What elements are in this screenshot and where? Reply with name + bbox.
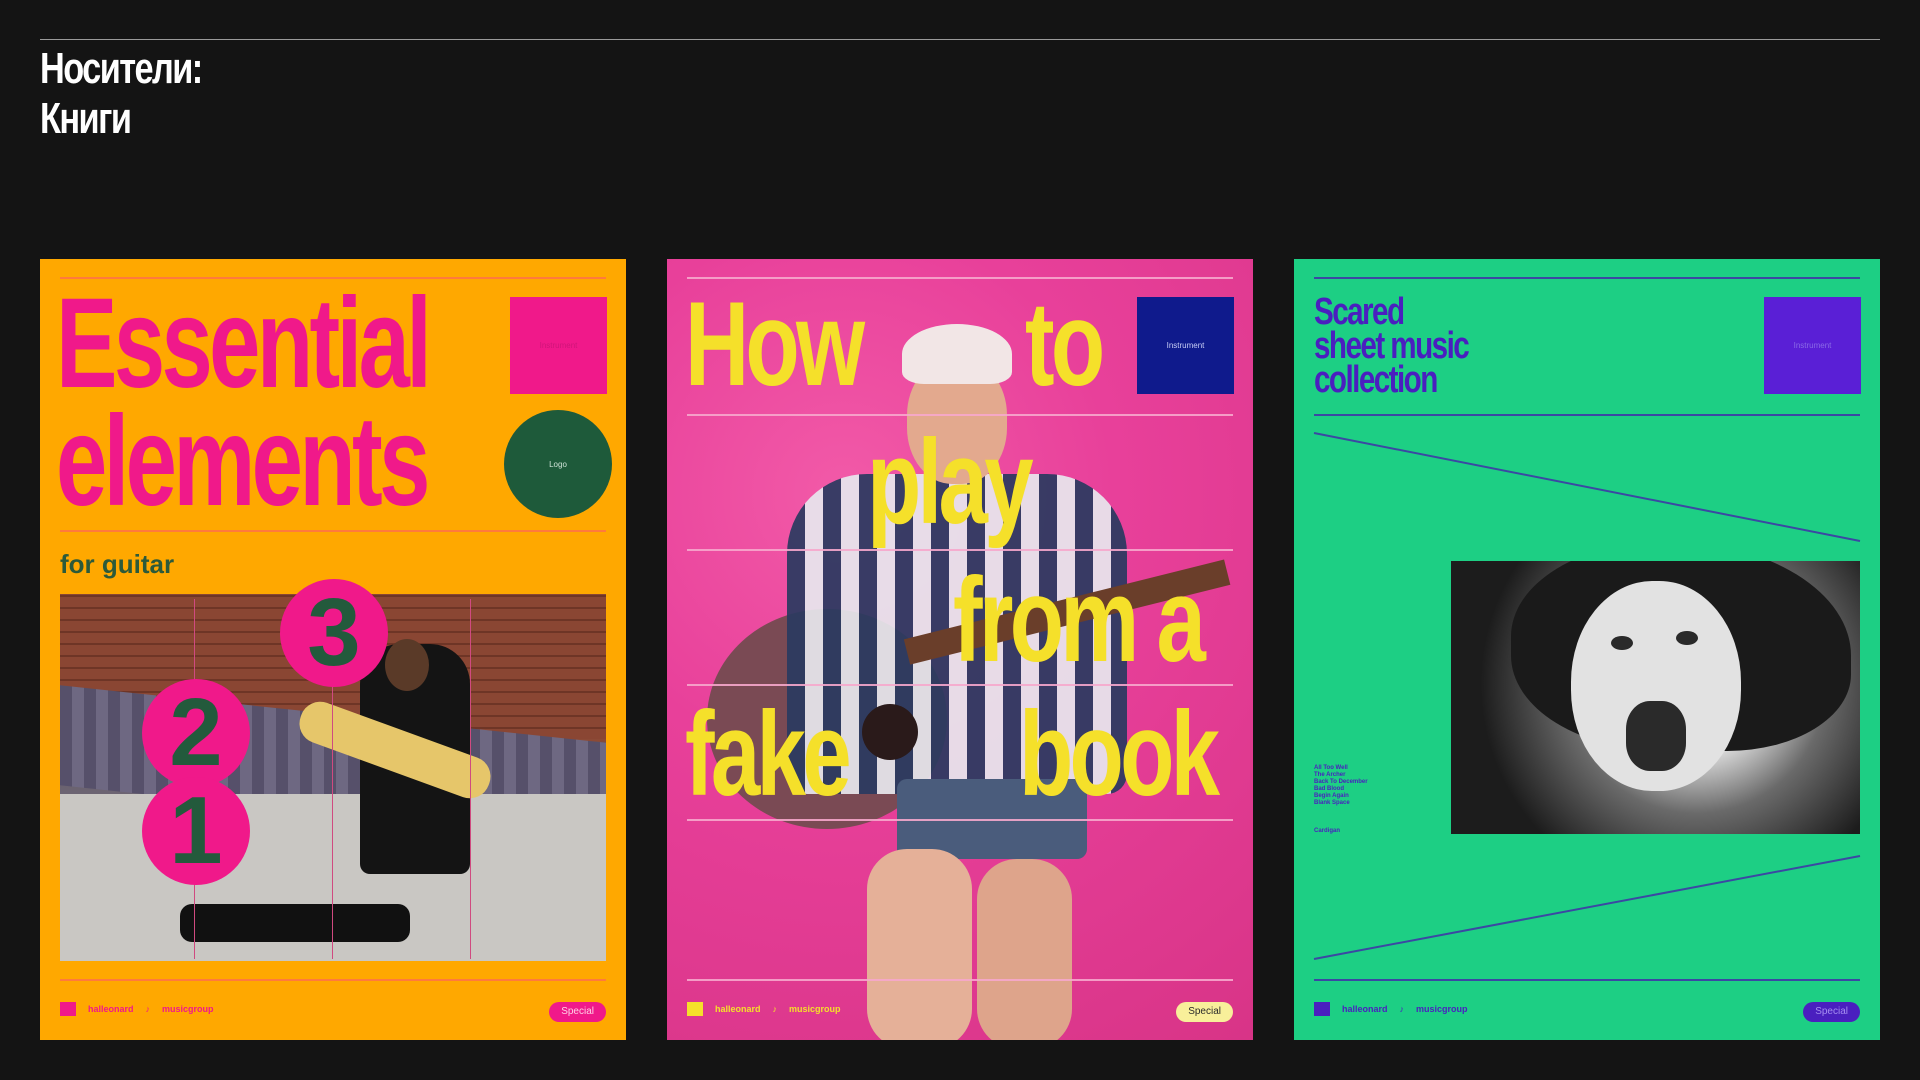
guitar-soundhole	[862, 704, 918, 760]
halleonard-icon	[687, 1002, 703, 1016]
cover-title: Essential elements	[56, 272, 432, 533]
instrument-square: Instrument	[1137, 297, 1234, 394]
person-leg	[867, 849, 972, 1040]
instrument-label: Instrument	[1166, 341, 1205, 350]
page-title-line2: Книги	[40, 94, 132, 143]
person-bandana	[902, 324, 1012, 384]
publisher-name-2: musicgroup	[789, 1004, 841, 1014]
track-item: All Too Well	[1314, 765, 1348, 771]
top-divider	[40, 39, 1880, 40]
publisher-name-2: musicgroup	[1416, 1004, 1468, 1014]
cover-rule	[60, 979, 606, 981]
special-badge: Special	[1803, 1002, 1860, 1022]
musicgroup-icon: ♪	[1399, 1004, 1405, 1014]
publisher-logos: halleonard ♪ musicgroup	[687, 1002, 841, 1016]
book-cover-scared-sheet-music[interactable]: Scared sheet music collection Instrument…	[1294, 259, 1880, 1040]
track-item: Bad Blood	[1314, 786, 1344, 792]
halleonard-icon	[1314, 1002, 1330, 1016]
number-circle-2: 2	[142, 679, 250, 787]
number-circle-3: 3	[280, 579, 388, 687]
title-word-from-a: from a	[953, 553, 1206, 687]
publisher-name: halleonard	[88, 1004, 134, 1014]
special-badge: Special	[549, 1002, 606, 1022]
track-item: Blank Space	[1314, 800, 1350, 806]
title-word-to: to	[1025, 277, 1105, 411]
cover-rule	[687, 979, 1233, 981]
publisher-logos: halleonard ♪ musicgroup	[60, 1002, 214, 1016]
page-title: Носители: Книги	[40, 44, 203, 144]
cover-rule	[687, 549, 1233, 551]
publisher-logos: halleonard ♪ musicgroup	[1314, 1002, 1468, 1016]
logo-circle: Logo	[504, 410, 612, 518]
title-word-how: How	[685, 277, 865, 411]
guide-line	[470, 599, 471, 959]
track-list: All Too Well The Archer Back To December…	[1314, 765, 1368, 807]
cover-rule	[1314, 979, 1860, 981]
title-word-play: play	[867, 415, 1034, 549]
cover-subtitle: for guitar	[60, 549, 175, 579]
musicgroup-icon: ♪	[772, 1004, 778, 1014]
page-title-line1: Носители:	[40, 44, 203, 93]
special-badge: Special	[1176, 1002, 1233, 1022]
logo-label: Logo	[549, 459, 567, 469]
instrument-square: Instrument	[510, 297, 607, 394]
cover-rule	[60, 530, 606, 532]
title-word-book: book	[1019, 687, 1220, 821]
track-item: Back To December	[1314, 779, 1368, 785]
publisher-name: halleonard	[1342, 1004, 1388, 1014]
track-note: Cardigan	[1314, 828, 1341, 834]
instrument-label: Instrument	[539, 341, 578, 350]
person-leg	[977, 859, 1072, 1040]
publisher-name-2: musicgroup	[162, 1004, 214, 1014]
musicgroup-icon: ♪	[145, 1004, 151, 1014]
track-item: Begin Again	[1314, 793, 1349, 799]
cover-title-line1: Essential	[56, 272, 432, 415]
number-circle-1: 1	[142, 777, 250, 885]
halleonard-icon	[60, 1002, 76, 1016]
cover-photo-screaming-woman	[1451, 561, 1860, 834]
title-word-fake: fake	[685, 687, 852, 821]
cover-title-line2: elements	[56, 390, 430, 533]
track-item: The Archer	[1314, 772, 1346, 778]
publisher-name: halleonard	[715, 1004, 761, 1014]
book-cover-essential-elements[interactable]: Essential elements Instrument Logo for g…	[40, 259, 626, 1040]
book-cover-fake-book[interactable]: How to play from a fake book Instrument …	[667, 259, 1253, 1040]
